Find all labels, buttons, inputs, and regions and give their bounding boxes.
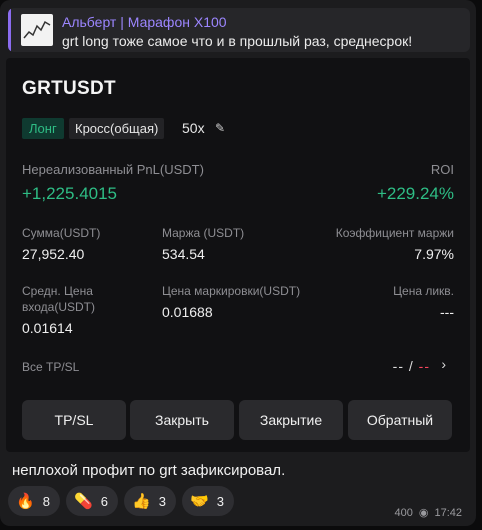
roi-value: +229.24% [376,184,454,203]
message-bubble: Альберт | Марафон X100 grt long тоже сам… [0,0,476,526]
position-symbol: GRTUSDT [22,78,116,99]
reaction-thumbs-up[interactable]: 👍 3 [124,486,176,516]
reply-text: grt long тоже самое что и в прошлый раз,… [62,33,413,49]
liq-price-value: --- [440,304,454,320]
size-label: Сумма(USDT) [22,226,101,240]
message-meta: 400 ◉ 17:42 [395,506,463,519]
reply-author: Альберт | Марафон X100 [62,14,227,30]
tpsl-label: Все TP/SL [22,360,80,374]
reaction-count: 3 [216,493,224,509]
size-value: 27,952.40 [22,246,85,262]
pnl-value: +1,225.4015 [22,184,118,203]
roi-label: ROI [430,162,454,177]
reply-preview[interactable]: Альберт | Марафон X100 grt long тоже сам… [8,8,470,52]
chart-thumbnail-icon [23,20,51,39]
reverse-button[interactable]: Обратный [348,400,452,440]
reaction-count: 3 [158,493,166,509]
entry-price-label-line2: входа(USDT) [22,300,95,314]
edit-icon[interactable]: ✎ [215,121,225,135]
message-time: 17:42 [434,507,462,519]
message-text: неплохой профит по grt зафиксировал. [12,462,286,479]
reply-thumbnail [21,14,53,46]
side-badge: Лонг [22,118,64,139]
leverage-value: 50x [182,120,205,136]
reply-accent-bar [8,8,11,52]
entry-price-value: 0.01614 [22,320,73,336]
liq-price-label: Цена ликв. [393,284,454,298]
closing-button[interactable]: Закрытие [239,400,343,440]
pill-icon: 💊 [74,493,93,510]
tpsl-separator: / [408,358,414,374]
eye-icon: ◉ [418,507,429,519]
reaction-count: 8 [42,493,50,509]
tpsl-value[interactable]: -- / -- [393,358,430,374]
handshake-icon: 🤝 [190,493,209,510]
reaction-handshake[interactable]: 🤝 3 [182,486,234,516]
margin-value: 534.54 [162,246,205,262]
pnl-label: Нереализованный PnL(USDT) [22,162,204,177]
entry-price-label-line1: Средн. Цена [22,284,93,298]
margin-ratio-label: Коэффициент маржи [335,226,454,240]
mark-price-label: Цена маркировки(USDT) [162,284,301,298]
margin-mode-badge: Кросс(общая) [69,118,165,139]
chevron-right-icon[interactable]: › [441,356,446,372]
tpsl-button[interactable]: TP/SL [22,400,126,440]
mark-price-value: 0.01688 [162,304,213,320]
thumbs-up-icon: 👍 [132,493,151,510]
position-card: GRTUSDT Лонг Кросс(общая) 50x ✎ Нереализ… [6,58,470,452]
tp-value: -- [392,358,404,374]
reaction-fire[interactable]: 🔥 8 [8,486,60,516]
margin-ratio-value: 7.97% [414,246,454,262]
reaction-pill[interactable]: 💊 6 [66,486,118,516]
sl-value: -- [418,358,430,374]
close-button[interactable]: Закрыть [130,400,234,440]
margin-label: Маржа (USDT) [162,226,245,240]
reaction-count: 6 [100,493,108,509]
view-count: 400 [394,507,413,519]
fire-icon: 🔥 [16,493,35,510]
